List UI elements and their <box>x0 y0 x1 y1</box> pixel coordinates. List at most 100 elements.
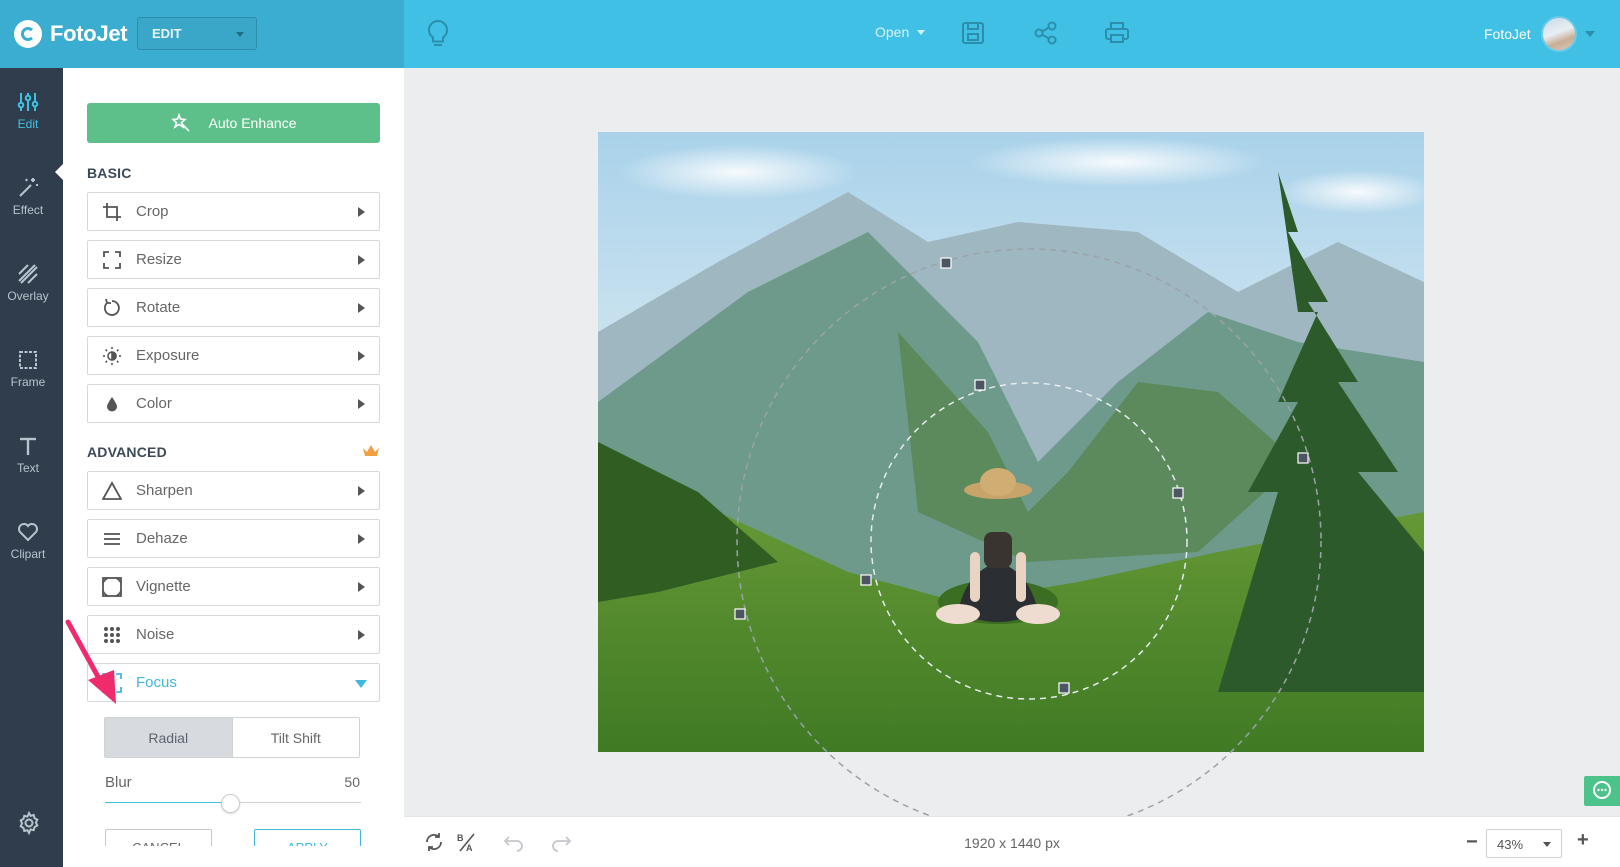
mode-select[interactable]: EDIT <box>137 17 257 50</box>
tool-label: Vignette <box>136 578 191 595</box>
focus-mode-radial[interactable]: Radial <box>105 718 233 757</box>
chevron-right-icon <box>358 351 365 361</box>
blur-label: Blur <box>105 774 132 791</box>
mode-select-value: EDIT <box>152 26 182 41</box>
exposure-icon <box>103 346 121 365</box>
chevron-right-icon <box>358 207 365 217</box>
tool-sharpen[interactable]: Sharpen <box>87 471 380 510</box>
fotojet-logo[interactable]: FotoJet <box>14 18 128 50</box>
triangle-icon <box>102 480 122 500</box>
chevron-down-icon <box>355 680 367 688</box>
tool-rail: Edit Effect Overlay Frame Text Clipart <box>0 68 64 867</box>
zoom-out-button[interactable]: − <box>1466 831 1478 854</box>
chevron-down-icon <box>917 29 926 35</box>
rail-item-edit[interactable]: Edit <box>0 90 56 160</box>
chevron-right-icon <box>358 255 365 265</box>
rail-item-label: Frame <box>10 375 46 389</box>
magic-wand-icon <box>19 178 38 197</box>
tool-label: Rotate <box>136 299 181 316</box>
tool-vignette[interactable]: Vignette <box>87 567 380 606</box>
brand-name: FotoJet <box>50 21 128 46</box>
resize-icon <box>103 250 121 269</box>
chevron-right-icon <box>358 399 365 409</box>
blur-slider-thumb[interactable] <box>220 794 240 813</box>
sparkle-wand-icon <box>170 113 190 132</box>
chevron-right-icon <box>358 630 365 640</box>
rail-item-text[interactable]: Text <box>0 434 56 504</box>
tool-crop[interactable]: Crop <box>87 192 380 231</box>
advanced-section-title: ADVANCED <box>87 444 167 460</box>
tool-label: Crop <box>136 203 169 220</box>
frame-icon <box>19 351 37 369</box>
zoom-select[interactable]: 43% <box>1486 829 1562 858</box>
user-menu[interactable]: FotoJet <box>1484 16 1595 52</box>
focus-mode-toggle: Radial Tilt Shift <box>104 717 360 758</box>
rotate-icon <box>104 298 120 316</box>
bottom-bar: B A 1920 x 1440 px − 43% + <box>404 816 1620 867</box>
lightbulb-icon[interactable] <box>424 18 452 50</box>
chat-icon <box>1593 781 1611 799</box>
focus-handles[interactable] <box>734 257 1309 694</box>
chevron-down-icon <box>236 32 244 37</box>
blur-value: 50 <box>344 774 360 790</box>
share-icon[interactable] <box>1031 18 1061 48</box>
zoom-in-button[interactable]: + <box>1577 829 1589 852</box>
chevron-right-icon <box>358 582 365 592</box>
open-menu[interactable]: Open <box>875 24 926 40</box>
tool-dehaze[interactable]: Dehaze <box>87 519 380 558</box>
print-icon[interactable] <box>1102 18 1132 48</box>
overlay-icon <box>18 264 38 284</box>
zoom-value: 43% <box>1497 837 1524 852</box>
tool-rotate[interactable]: Rotate <box>87 288 380 327</box>
heart-icon <box>18 523 38 542</box>
rail-item-effect[interactable]: Effect <box>0 176 56 246</box>
tool-color[interactable]: Color <box>87 384 380 423</box>
user-name: FotoJet <box>1484 26 1531 42</box>
crown-icon <box>363 445 379 456</box>
droplet-icon <box>107 396 117 411</box>
sliders-icon <box>17 93 39 111</box>
tool-label: Color <box>136 395 172 412</box>
rail-item-label: Edit <box>17 117 39 131</box>
chevron-down-icon <box>1543 842 1551 847</box>
radial-focus-overlay[interactable] <box>404 68 1620 816</box>
vignette-icon <box>102 576 122 597</box>
edit-panel: Auto Enhance BASIC Crop Resize Rotate Ex… <box>63 68 404 867</box>
tool-label: Dehaze <box>136 530 188 547</box>
rail-item-label: Effect <box>12 203 44 217</box>
gear-icon[interactable] <box>17 811 41 835</box>
highlight-arrow-icon <box>65 619 116 704</box>
tool-label: Focus <box>136 674 177 691</box>
chevron-right-icon <box>358 534 365 544</box>
auto-enhance-button[interactable]: Auto Enhance <box>87 103 380 143</box>
rail-item-label: Clipart <box>10 547 46 561</box>
tool-label: Sharpen <box>136 482 193 499</box>
fotojet-logo-icon <box>14 20 42 48</box>
tool-focus[interactable]: Focus <box>87 663 380 702</box>
feedback-button[interactable] <box>1584 776 1620 806</box>
text-icon <box>20 437 36 455</box>
top-bar-brand-area: FotoJet EDIT <box>0 0 404 68</box>
tool-label: Exposure <box>136 347 200 364</box>
rail-item-clipart[interactable]: Clipart <box>0 520 56 590</box>
tool-exposure[interactable]: Exposure <box>87 336 380 375</box>
rail-item-overlay[interactable]: Overlay <box>0 262 56 332</box>
chevron-right-icon <box>358 303 365 313</box>
top-bar: FotoJet EDIT Open FotoJet <box>0 0 1620 68</box>
image-dimensions: 1920 x 1440 px <box>964 835 1060 851</box>
panel-bottom-edge <box>63 846 404 867</box>
rail-item-frame[interactable]: Frame <box>0 348 56 418</box>
tool-resize[interactable]: Resize <box>87 240 380 279</box>
rail-item-label: Overlay <box>7 289 49 303</box>
focus-mode-tilt-shift[interactable]: Tilt Shift <box>233 718 360 757</box>
save-icon[interactable] <box>958 18 988 48</box>
dehaze-icon <box>104 532 120 545</box>
chevron-down-icon <box>1584 31 1595 37</box>
auto-enhance-label: Auto Enhance <box>208 115 297 131</box>
tool-noise[interactable]: Noise <box>87 615 380 654</box>
canvas-area <box>404 68 1620 816</box>
crop-icon <box>103 202 121 221</box>
tool-label: Resize <box>136 251 182 268</box>
open-menu-label: Open <box>875 24 910 40</box>
blur-slider-fill <box>105 802 231 803</box>
